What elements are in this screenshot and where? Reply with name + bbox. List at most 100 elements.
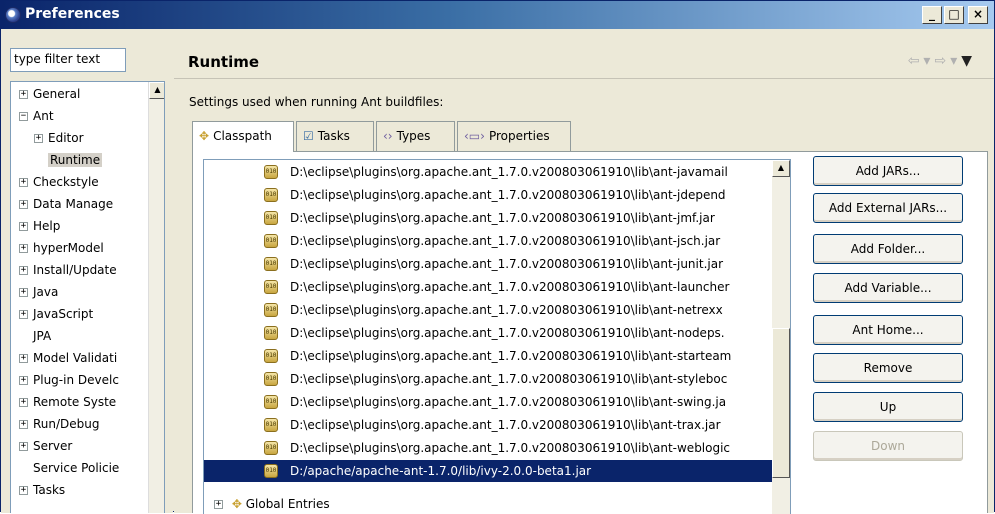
minimize-button[interactable]: _ <box>922 6 942 24</box>
expand-icon[interactable]: + <box>19 354 28 363</box>
collapse-icon[interactable]: − <box>19 112 28 121</box>
title-bar[interactable]: Preferences _ □ × <box>1 1 994 29</box>
scroll-up-icon[interactable]: ▲ <box>772 160 790 177</box>
tree-item[interactable]: JPA <box>33 325 51 347</box>
jar-icon: 010 <box>264 349 278 363</box>
jar-icon: 010 <box>264 280 278 294</box>
classpath-entry-row[interactable]: 010 D:\eclipse\plugins\org.apache.ant_1.7… <box>204 437 790 459</box>
expand-icon[interactable]: + <box>19 178 28 187</box>
filter-input[interactable]: type filter text <box>10 48 126 72</box>
maximize-button[interactable]: □ <box>944 6 964 24</box>
tree-item-label: Checkstyle <box>33 175 99 189</box>
classpath-list[interactable]: 010 D:/apache/apache-ant-1.7.0/lib/ivy-2.… <box>203 159 791 514</box>
remove-button[interactable]: Remove <box>813 353 963 383</box>
tree-item[interactable]: + General <box>19 83 80 105</box>
window-title: Preferences <box>25 6 120 22</box>
global-entries-row[interactable]: + ✥ Global Entries <box>214 493 330 514</box>
tree-item-label: JPA <box>33 329 52 343</box>
tree-item-label: Runtime <box>48 153 103 167</box>
close-button[interactable]: × <box>968 6 988 24</box>
tree-item-label: Service Policie <box>33 461 120 475</box>
tree-item[interactable]: + Editor <box>34 127 84 149</box>
ant-home-button[interactable]: Ant Home... <box>813 315 963 345</box>
classpath-entry-text: D:\eclipse\plugins\org.apache.ant_1.7.0.… <box>290 188 726 202</box>
classpath-entry-row[interactable]: 010 D:\eclipse\plugins\org.apache.ant_1.7… <box>204 414 790 436</box>
tree-item[interactable]: + Server <box>19 435 72 457</box>
tab-tasks[interactable]: ☑ Tasks <box>296 121 374 151</box>
classpath-entry-row[interactable]: 010 D:\eclipse\plugins\org.apache.ant_1.7… <box>204 207 790 229</box>
expand-icon[interactable]: + <box>19 486 28 495</box>
tree-item[interactable]: + Checkstyle <box>19 171 99 193</box>
tree-item[interactable]: + Help <box>19 215 60 237</box>
expand-icon[interactable]: + <box>19 288 28 297</box>
back-arrow-icon[interactable]: ⇦ <box>908 53 924 69</box>
description-text: Settings used when running Ant buildfile… <box>189 95 444 109</box>
tree-item-label: Run/Debug <box>33 417 100 431</box>
page-header: Runtime ⇦▾⇨▾▼ <box>174 29 994 79</box>
tab-types-label: Types <box>396 129 431 143</box>
tree-item-label: Help <box>33 219 61 233</box>
tree-item[interactable]: Runtime <box>48 149 103 171</box>
tab-classpath[interactable]: ✥ Classpath <box>192 121 294 152</box>
forward-menu-icon[interactable]: ▾ <box>950 53 961 69</box>
expand-icon[interactable]: + <box>214 500 223 509</box>
tree-item[interactable]: − Ant <box>19 105 54 127</box>
tree-item-label: Ant <box>33 109 54 123</box>
add-jars-button[interactable]: Add JARs... <box>813 156 963 186</box>
expand-icon[interactable]: + <box>19 310 28 319</box>
tree-item[interactable]: + Remote Syste <box>19 391 116 413</box>
back-menu-icon[interactable]: ▾ <box>923 53 934 69</box>
expand-icon[interactable]: + <box>19 398 28 407</box>
tree-scrollbar[interactable]: ▲ <box>148 82 164 513</box>
tree-item[interactable]: + Model Validati <box>19 347 117 369</box>
tree-item-label: Java <box>33 285 59 299</box>
expand-icon[interactable]: + <box>19 420 28 429</box>
classpath-entry-row[interactable]: 010 D:\eclipse\plugins\org.apache.ant_1.7… <box>204 253 790 275</box>
expand-icon[interactable]: + <box>19 222 28 231</box>
jar-icon: 010 <box>264 441 278 455</box>
tree-item[interactable]: + hyperModel <box>19 237 104 259</box>
view-menu-icon[interactable]: ▼ <box>961 53 976 69</box>
tree-item[interactable]: + Tasks <box>19 479 65 501</box>
expand-icon[interactable]: + <box>19 266 28 275</box>
tab-tasks-label: Tasks <box>317 129 350 143</box>
preference-tree: + Tasks Service Policie + Server + Run/Debug + R… <box>10 81 165 513</box>
jar-icon: 010 <box>264 303 278 317</box>
tree-item[interactable]: + Data Manage <box>19 193 113 215</box>
add-external-jars-button[interactable]: Add External JARs... <box>813 193 963 223</box>
tree-item[interactable]: + JavaScript <box>19 303 93 325</box>
classpath-entry-row[interactable]: 010 D:\eclipse\plugins\org.apache.ant_1.7… <box>204 161 790 183</box>
classpath-scrollbar[interactable]: ▲ <box>772 160 790 514</box>
tree-item[interactable]: + Plug-in Develc <box>19 369 119 391</box>
up-button[interactable]: Up <box>813 392 963 422</box>
tab-types[interactable]: ‹› Types <box>376 121 455 151</box>
tree-item[interactable]: + Run/Debug <box>19 413 100 435</box>
classpath-entry-text: D:\eclipse\plugins\org.apache.ant_1.7.0.… <box>290 418 721 432</box>
expand-icon[interactable]: + <box>19 244 28 253</box>
expand-icon[interactable]: + <box>19 376 28 385</box>
scroll-up-icon[interactable]: ▲ <box>149 82 164 99</box>
classpath-entry-row[interactable]: 010 D:\eclipse\plugins\org.apache.ant_1.7… <box>204 299 790 321</box>
jar-icon: 010 <box>264 395 278 409</box>
forward-arrow-icon[interactable]: ⇨ <box>934 53 950 69</box>
classpath-entry-row[interactable]: 010 D:\eclipse\plugins\org.apache.ant_1.7… <box>204 184 790 206</box>
classpath-entry-row[interactable]: 010 D:\eclipse\plugins\org.apache.ant_1.7… <box>204 230 790 252</box>
add-variable-button[interactable]: Add Variable... <box>813 273 963 303</box>
classpath-entry-row[interactable]: 010 D:\eclipse\plugins\org.apache.ant_1.7… <box>204 345 790 367</box>
classpath-entry-row[interactable]: 010 D:\eclipse\plugins\org.apache.ant_1.7… <box>204 391 790 413</box>
expand-icon[interactable]: + <box>19 200 28 209</box>
classpath-entry-row[interactable]: 010 D:/apache/apache-ant-1.7.0/lib/ivy-2.… <box>204 460 790 482</box>
expand-icon[interactable]: + <box>34 134 43 143</box>
add-folder-button[interactable]: Add Folder... <box>813 234 963 264</box>
tree-item[interactable]: + Install/Update <box>19 259 117 281</box>
classpath-entry-row[interactable]: 010 D:\eclipse\plugins\org.apache.ant_1.7… <box>204 322 790 344</box>
tree-item[interactable]: Service Policie <box>33 457 119 479</box>
tree-item-label: Data Manage <box>33 197 114 211</box>
tab-properties[interactable]: ‹▭› Properties <box>457 121 571 151</box>
tree-item[interactable]: + Java <box>19 281 58 303</box>
classpath-entry-row[interactable]: 010 D:\eclipse\plugins\org.apache.ant_1.7… <box>204 368 790 390</box>
scrollbar-thumb[interactable] <box>772 328 790 478</box>
classpath-entry-row[interactable]: 010 D:\eclipse\plugins\org.apache.ant_1.7… <box>204 276 790 298</box>
expand-icon[interactable]: + <box>19 90 28 99</box>
expand-icon[interactable]: + <box>19 442 28 451</box>
